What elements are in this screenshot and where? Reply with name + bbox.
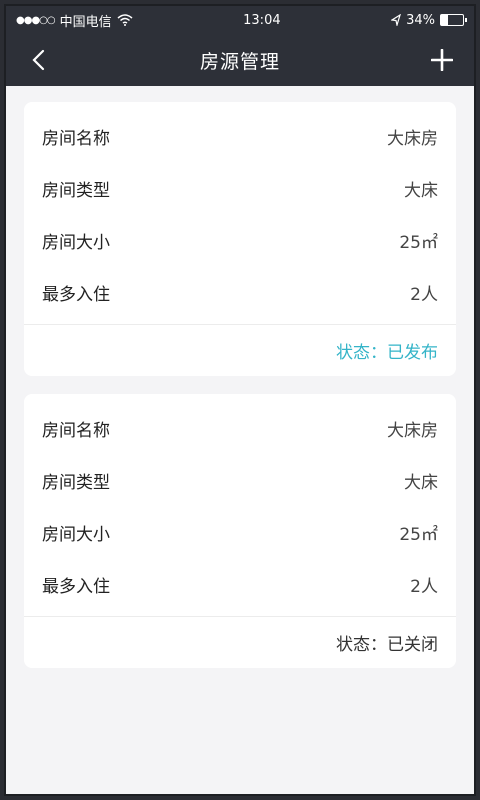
- field-value: 2人: [410, 284, 438, 305]
- room-card[interactable]: 房间名称 大床房 房间类型 大床 房间大小 25㎡ 最多入住 2人 状态：已发布: [24, 102, 456, 376]
- room-status-row: 状态：已关闭: [24, 616, 456, 668]
- status-left: ●●●○○ 中国电信: [16, 11, 133, 30]
- field-value: 大床房: [387, 128, 438, 149]
- field-value: 2人: [410, 576, 438, 597]
- clock: 13:04: [243, 12, 281, 28]
- field-room-type: 房间类型 大床: [24, 162, 456, 214]
- signal-strength: ●●●○○: [16, 14, 56, 26]
- status-bar: ●●●○○ 中国电信 13:04 34%: [6, 6, 474, 34]
- chevron-left-icon: [32, 49, 45, 71]
- room-fields: 房间名称 大床房 房间类型 大床 房间大小 25㎡ 最多入住 2人: [24, 102, 456, 324]
- battery-percent: 34%: [406, 12, 435, 28]
- field-room-name: 房间名称 大床房: [24, 110, 456, 162]
- carrier-name: 中国电信: [59, 14, 112, 30]
- wifi-icon: [117, 14, 133, 26]
- room-fields: 房间名称 大床房 房间类型 大床 房间大小 25㎡ 最多入住 2人: [24, 394, 456, 616]
- field-label: 房间类型: [42, 180, 110, 201]
- field-value: 25㎡: [399, 524, 438, 545]
- field-room-size: 房间大小 25㎡: [24, 214, 456, 266]
- field-label: 房间大小: [42, 524, 110, 545]
- field-max-occupancy: 最多入住 2人: [24, 558, 456, 610]
- field-value: 25㎡: [399, 232, 438, 253]
- plus-icon: [430, 49, 453, 71]
- battery-icon: [440, 14, 467, 26]
- field-label: 房间名称: [42, 128, 110, 149]
- room-status-row: 状态：已发布: [24, 324, 456, 376]
- status-published-label[interactable]: 状态：已发布: [336, 338, 438, 363]
- field-label: 房间类型: [42, 472, 110, 493]
- phone-screen: ●●●○○ 中国电信 13:04 34% 房源管理 房间名称 大床房 房间类型 …: [4, 4, 476, 796]
- field-room-size: 房间大小 25㎡: [24, 506, 456, 558]
- back-button[interactable]: [18, 40, 58, 80]
- status-closed-label[interactable]: 状态：已关闭: [336, 630, 438, 655]
- field-value: 大床: [404, 472, 438, 493]
- page-title: 房源管理: [199, 50, 280, 73]
- field-label: 最多入住: [42, 284, 110, 305]
- status-right: 34%: [391, 12, 467, 28]
- room-list: 房间名称 大床房 房间类型 大床 房间大小 25㎡ 最多入住 2人 状态：已发布: [6, 86, 474, 702]
- field-value: 大床: [404, 180, 438, 201]
- room-card[interactable]: 房间名称 大床房 房间类型 大床 房间大小 25㎡ 最多入住 2人 状态：已关闭: [24, 394, 456, 668]
- field-room-type: 房间类型 大床: [24, 454, 456, 506]
- battery-fill: [441, 15, 449, 25]
- field-label: 房间名称: [42, 420, 110, 441]
- field-max-occupancy: 最多入住 2人: [24, 266, 456, 318]
- field-label: 房间大小: [42, 232, 110, 253]
- location-arrow-icon: [391, 14, 402, 26]
- field-room-name: 房间名称 大床房: [24, 402, 456, 454]
- field-label: 最多入住: [42, 576, 110, 597]
- nav-bar: 房源管理: [6, 34, 474, 86]
- field-value: 大床房: [387, 420, 438, 441]
- add-room-button[interactable]: [422, 40, 462, 80]
